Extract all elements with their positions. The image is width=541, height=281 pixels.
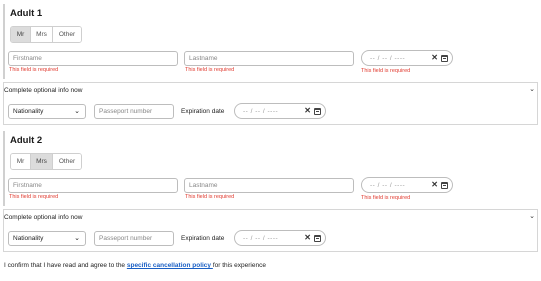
lastname-error: This field is required	[185, 194, 235, 200]
lastname-input[interactable]: Lastname	[184, 51, 354, 66]
chevron-down-icon[interactable]: ⌄	[529, 212, 535, 220]
close-icon[interactable]: ✕	[304, 106, 311, 115]
adult-1-bar	[3, 4, 5, 79]
birthdate-input[interactable]: -- / -- / ---- ✕	[361, 177, 453, 193]
expiration-placeholder: -- / -- / ----	[243, 234, 279, 242]
passport-input[interactable]: Passeport number	[94, 104, 174, 119]
confirm-suffix: for this experience	[212, 262, 266, 269]
expiration-input[interactable]: -- / -- / ---- ✕	[234, 103, 326, 119]
expiration-placeholder: -- / -- / ----	[243, 107, 279, 115]
close-icon[interactable]: ✕	[304, 233, 311, 242]
expiration-label: Expiration date	[181, 108, 225, 115]
close-icon[interactable]: ✕	[431, 53, 438, 62]
nationality-select[interactable]: Nationality ⌄	[8, 104, 86, 119]
adult-2-bar	[3, 131, 5, 206]
adult-2-salutation: Mr Mrs Other	[10, 153, 82, 170]
calendar-icon[interactable]	[314, 235, 321, 242]
passport-input[interactable]: Passeport number	[94, 231, 174, 246]
birthdate-error: This field is required	[361, 195, 411, 201]
birthdate-error: This field is required	[361, 68, 411, 74]
cancellation-policy-link[interactable]: specific cancellation policy	[127, 262, 213, 269]
lastname-error: This field is required	[185, 67, 235, 73]
firstname-error: This field is required	[9, 194, 59, 200]
lastname-input[interactable]: Lastname	[184, 178, 354, 193]
optional-info-toggle[interactable]: Complete optional info now	[4, 214, 82, 221]
salutation-mr-button[interactable]: Mr	[11, 27, 31, 42]
nationality-select[interactable]: Nationality ⌄	[8, 231, 86, 246]
salutation-mrs-button[interactable]: Mrs	[31, 154, 53, 169]
calendar-icon[interactable]	[441, 182, 448, 189]
salutation-other-button[interactable]: Other	[53, 154, 81, 169]
firstname-input[interactable]: Firstname	[8, 51, 178, 66]
calendar-icon[interactable]	[441, 55, 448, 62]
nationality-label: Nationality	[13, 108, 44, 115]
adult-1-title: Adult 1	[10, 8, 43, 19]
calendar-icon[interactable]	[314, 108, 321, 115]
chevron-down-icon: ⌄	[74, 108, 80, 115]
birthdate-placeholder: -- / -- / ----	[370, 181, 406, 189]
expiration-label: Expiration date	[181, 235, 225, 242]
optional-info-toggle[interactable]: Complete optional info now	[4, 87, 82, 94]
birthdate-placeholder: -- / -- / ----	[370, 54, 406, 62]
firstname-error: This field is required	[9, 67, 59, 73]
salutation-mr-button[interactable]: Mr	[11, 154, 31, 169]
confirm-prefix: I confirm that I have read and agree to …	[4, 262, 127, 269]
adult-1-salutation: Mr Mrs Other	[10, 26, 82, 43]
salutation-other-button[interactable]: Other	[53, 27, 81, 42]
confirm-text: I confirm that I have read and agree to …	[4, 262, 266, 269]
chevron-down-icon[interactable]: ⌄	[529, 85, 535, 93]
birthdate-input[interactable]: -- / -- / ---- ✕	[361, 50, 453, 66]
close-icon[interactable]: ✕	[431, 180, 438, 189]
nationality-label: Nationality	[13, 235, 44, 242]
firstname-input[interactable]: Firstname	[8, 178, 178, 193]
chevron-down-icon: ⌄	[74, 235, 80, 242]
salutation-mrs-button[interactable]: Mrs	[31, 27, 53, 42]
expiration-input[interactable]: -- / -- / ---- ✕	[234, 230, 326, 246]
adult-2-title: Adult 2	[10, 135, 43, 146]
